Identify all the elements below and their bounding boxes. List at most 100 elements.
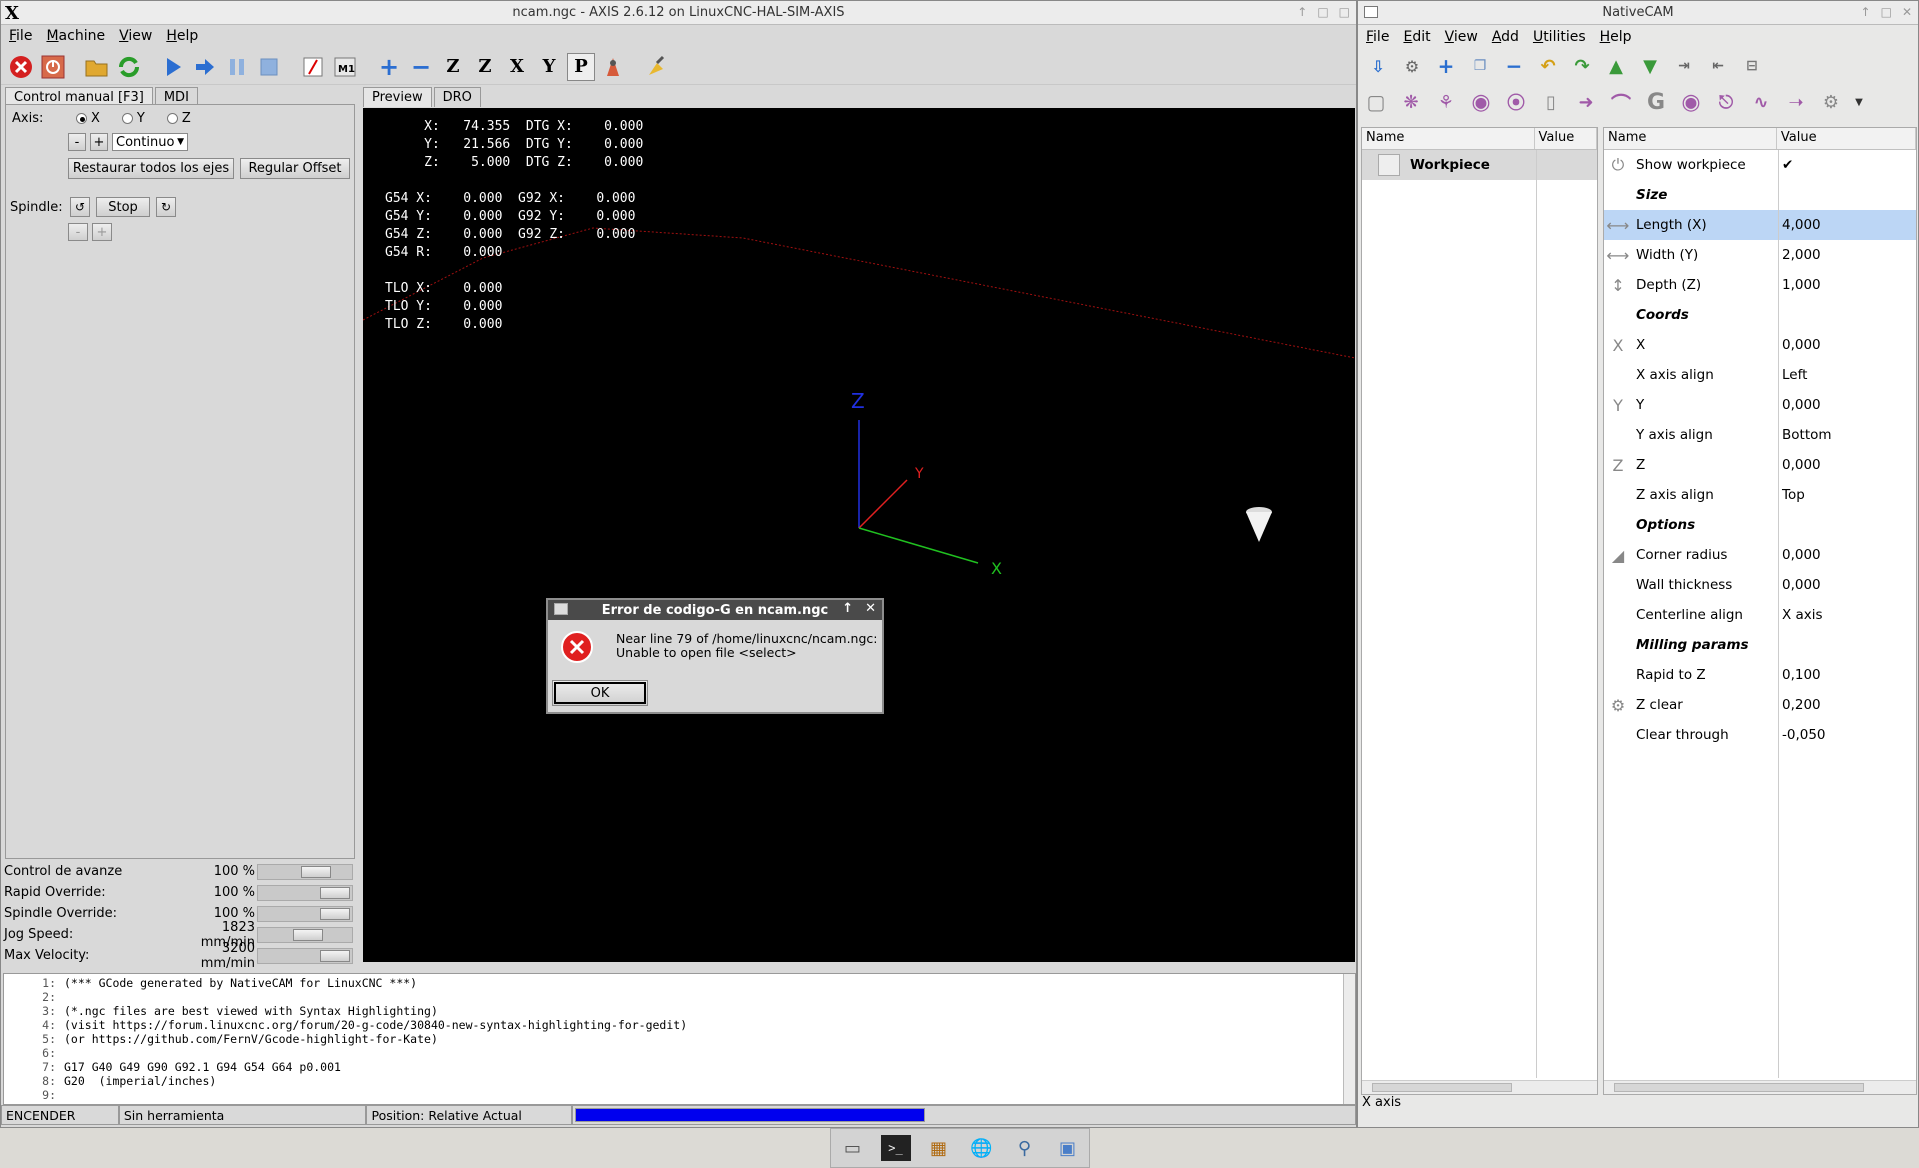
tab-preview[interactable]: Preview	[363, 87, 432, 107]
feature-mill-icon[interactable]: ▯	[1537, 88, 1565, 116]
terminal-icon[interactable]: >_	[880, 1135, 911, 1161]
zoom-out-icon[interactable]: −	[407, 53, 435, 81]
restore-all-axes-button[interactable]: Restaurar todos los ejes	[68, 158, 234, 179]
ncam-close-icon[interactable]: ✕	[1902, 5, 1912, 19]
block-delete-icon[interactable]	[299, 53, 327, 81]
remove-icon[interactable]: −	[1500, 52, 1528, 80]
gcode-line[interactable]: 6:	[4, 1046, 1355, 1060]
feature-arc-icon[interactable]: ⌒	[1607, 88, 1635, 116]
browser-icon[interactable]: 🌐	[967, 1135, 997, 1161]
power-icon[interactable]	[39, 53, 67, 81]
search-icon[interactable]: ⚲	[1010, 1135, 1040, 1161]
prop-section-header[interactable]: Options	[1604, 510, 1916, 540]
step-icon[interactable]	[191, 53, 219, 81]
slider-track[interactable]	[257, 884, 353, 901]
ncam-minimize-icon[interactable]: ↑	[1861, 5, 1871, 19]
prop-section-header[interactable]: Milling params	[1604, 630, 1916, 660]
prop-value[interactable]: 0,000	[1782, 337, 1821, 353]
menu-machine[interactable]: Machine	[46, 28, 105, 44]
gcode-scrollbar[interactable]	[1343, 974, 1355, 1104]
jog-minus-button[interactable]: -	[68, 133, 86, 151]
dialog-titlebar[interactable]: Error de codigo-G en ncam.ngc ↑ ✕	[548, 600, 882, 620]
prop-row[interactable]: ◢ Corner radius 0,000	[1604, 540, 1916, 570]
slider-track[interactable]	[257, 926, 353, 943]
axis-titlebar[interactable]: X ncam.ngc - AXIS 2.6.12 on LinuxCNC-HAL…	[1, 1, 1356, 25]
prop-row[interactable]: Clear through -0,050	[1604, 720, 1916, 750]
collapse-icon[interactable]: ⊟	[1738, 52, 1766, 80]
indent-icon[interactable]: ⇥	[1670, 52, 1698, 80]
view-z-icon[interactable]: Z	[439, 53, 467, 81]
redo-icon[interactable]: ↷	[1568, 52, 1596, 80]
pause-icon[interactable]	[223, 53, 251, 81]
dialog-raise-icon[interactable]: ↑	[842, 601, 853, 616]
prop-value[interactable]: Left	[1782, 367, 1807, 383]
gcode-line[interactable]: 5: (or https://github.com/FernV/Gcode-hig…	[4, 1032, 1355, 1046]
feature-drill-pattern-icon[interactable]: ❋	[1397, 88, 1425, 116]
props-header-name[interactable]: Name	[1604, 128, 1777, 149]
prop-row[interactable]: ↕ Depth (Z) 1,000	[1604, 270, 1916, 300]
add-icon[interactable]: +	[1432, 52, 1460, 80]
gcode-line[interactable]: 7: G17 G40 G49 G90 G92.1 G94 G54 G64 p0.0…	[4, 1060, 1355, 1074]
prop-value[interactable]: 0,100	[1782, 667, 1821, 683]
gcode-line[interactable]: 9:	[4, 1088, 1355, 1102]
tab-dro[interactable]: DRO	[433, 87, 481, 107]
window-menu-icon[interactable]	[554, 603, 568, 615]
ncam-menu-add[interactable]: Add	[1492, 29, 1519, 45]
toolpath-preview[interactable]: Z Y X X: 74.355 DTG X: 0.000 Y: 21.566 D…	[363, 108, 1355, 962]
undo-icon[interactable]: ↶	[1534, 52, 1562, 80]
tree-header-value[interactable]: Value	[1535, 128, 1597, 149]
view-y-icon[interactable]: Y	[535, 53, 563, 81]
menu-file[interactable]: File	[9, 28, 32, 44]
feature-pocket-icon[interactable]: ◉	[1677, 88, 1705, 116]
dialog-close-icon[interactable]: ✕	[865, 601, 876, 616]
tree-hscrollbar[interactable]	[1362, 1080, 1597, 1094]
jog-plus-button[interactable]: +	[90, 133, 108, 151]
minimize-icon[interactable]: ↑	[1297, 5, 1307, 19]
move-up-icon[interactable]: ▲	[1602, 52, 1630, 80]
prop-section-header[interactable]: Coords	[1604, 300, 1916, 330]
settings-icon[interactable]: ⚙	[1398, 52, 1426, 80]
spindle-cw-icon[interactable]: ↻	[156, 197, 176, 217]
prop-value[interactable]: 2,000	[1782, 247, 1821, 263]
feature-select-icon[interactable]: ⚙	[1817, 88, 1845, 116]
prop-value[interactable]: -0,050	[1782, 727, 1826, 743]
spindle-ccw-icon[interactable]: ↺	[70, 197, 90, 217]
feature-shape-icon[interactable]: ⦿	[1502, 88, 1530, 116]
duplicate-icon[interactable]: ❐	[1466, 52, 1494, 80]
prop-row[interactable]: Rapid to Z 0,100	[1604, 660, 1916, 690]
ncam-menu-edit[interactable]: Edit	[1403, 29, 1430, 45]
tree-header-name[interactable]: Name	[1362, 128, 1535, 149]
tree-item-workpiece[interactable]: Workpiece	[1362, 150, 1597, 180]
optional-stop-icon[interactable]: M1	[331, 53, 359, 81]
gcode-line[interactable]: 1: (*** GCode generated by NativeCAM for …	[4, 976, 1355, 990]
feature-probe-icon[interactable]: ⎋	[1712, 88, 1740, 116]
prop-row[interactable]: Z axis align Top	[1604, 480, 1916, 510]
axis-radio-x[interactable]: X	[76, 111, 100, 126]
ncam-menu-file[interactable]: File	[1366, 29, 1389, 45]
props-hscrollbar[interactable]	[1604, 1080, 1916, 1094]
gcode-line[interactable]: 4: (visit https://forum.linuxcnc.org/foru…	[4, 1018, 1355, 1032]
prop-value[interactable]: ✔	[1782, 157, 1793, 173]
slider-thumb[interactable]	[320, 907, 350, 920]
slider-thumb[interactable]	[301, 865, 331, 878]
feature-g-icon[interactable]: G	[1642, 88, 1670, 116]
slider-track[interactable]	[257, 863, 353, 880]
ncam-menu-utilities[interactable]: Utilities	[1533, 29, 1586, 45]
view-x-icon[interactable]: X	[503, 53, 531, 81]
slider-track[interactable]	[257, 947, 353, 964]
props-header-value[interactable]: Value	[1777, 128, 1916, 149]
prop-row[interactable]: Y axis align Bottom	[1604, 420, 1916, 450]
reload-icon[interactable]	[115, 53, 143, 81]
prop-value[interactable]: 0,000	[1782, 457, 1821, 473]
prop-value[interactable]: X axis	[1782, 607, 1823, 623]
slider-thumb[interactable]	[293, 928, 323, 941]
prop-value[interactable]: 0,000	[1782, 577, 1821, 593]
gcode-line[interactable]: 8: G20 (imperial/inches)	[4, 1074, 1355, 1088]
archive-icon[interactable]: ▦	[924, 1135, 954, 1161]
slider-thumb[interactable]	[320, 949, 350, 962]
prop-value[interactable]: Bottom	[1782, 427, 1832, 443]
prop-row[interactable]: X axis align Left	[1604, 360, 1916, 390]
rotate-view-icon[interactable]	[599, 53, 627, 81]
prop-row[interactable]: Wall thickness 0,000	[1604, 570, 1916, 600]
folder-icon[interactable]: ▣	[1053, 1135, 1083, 1161]
